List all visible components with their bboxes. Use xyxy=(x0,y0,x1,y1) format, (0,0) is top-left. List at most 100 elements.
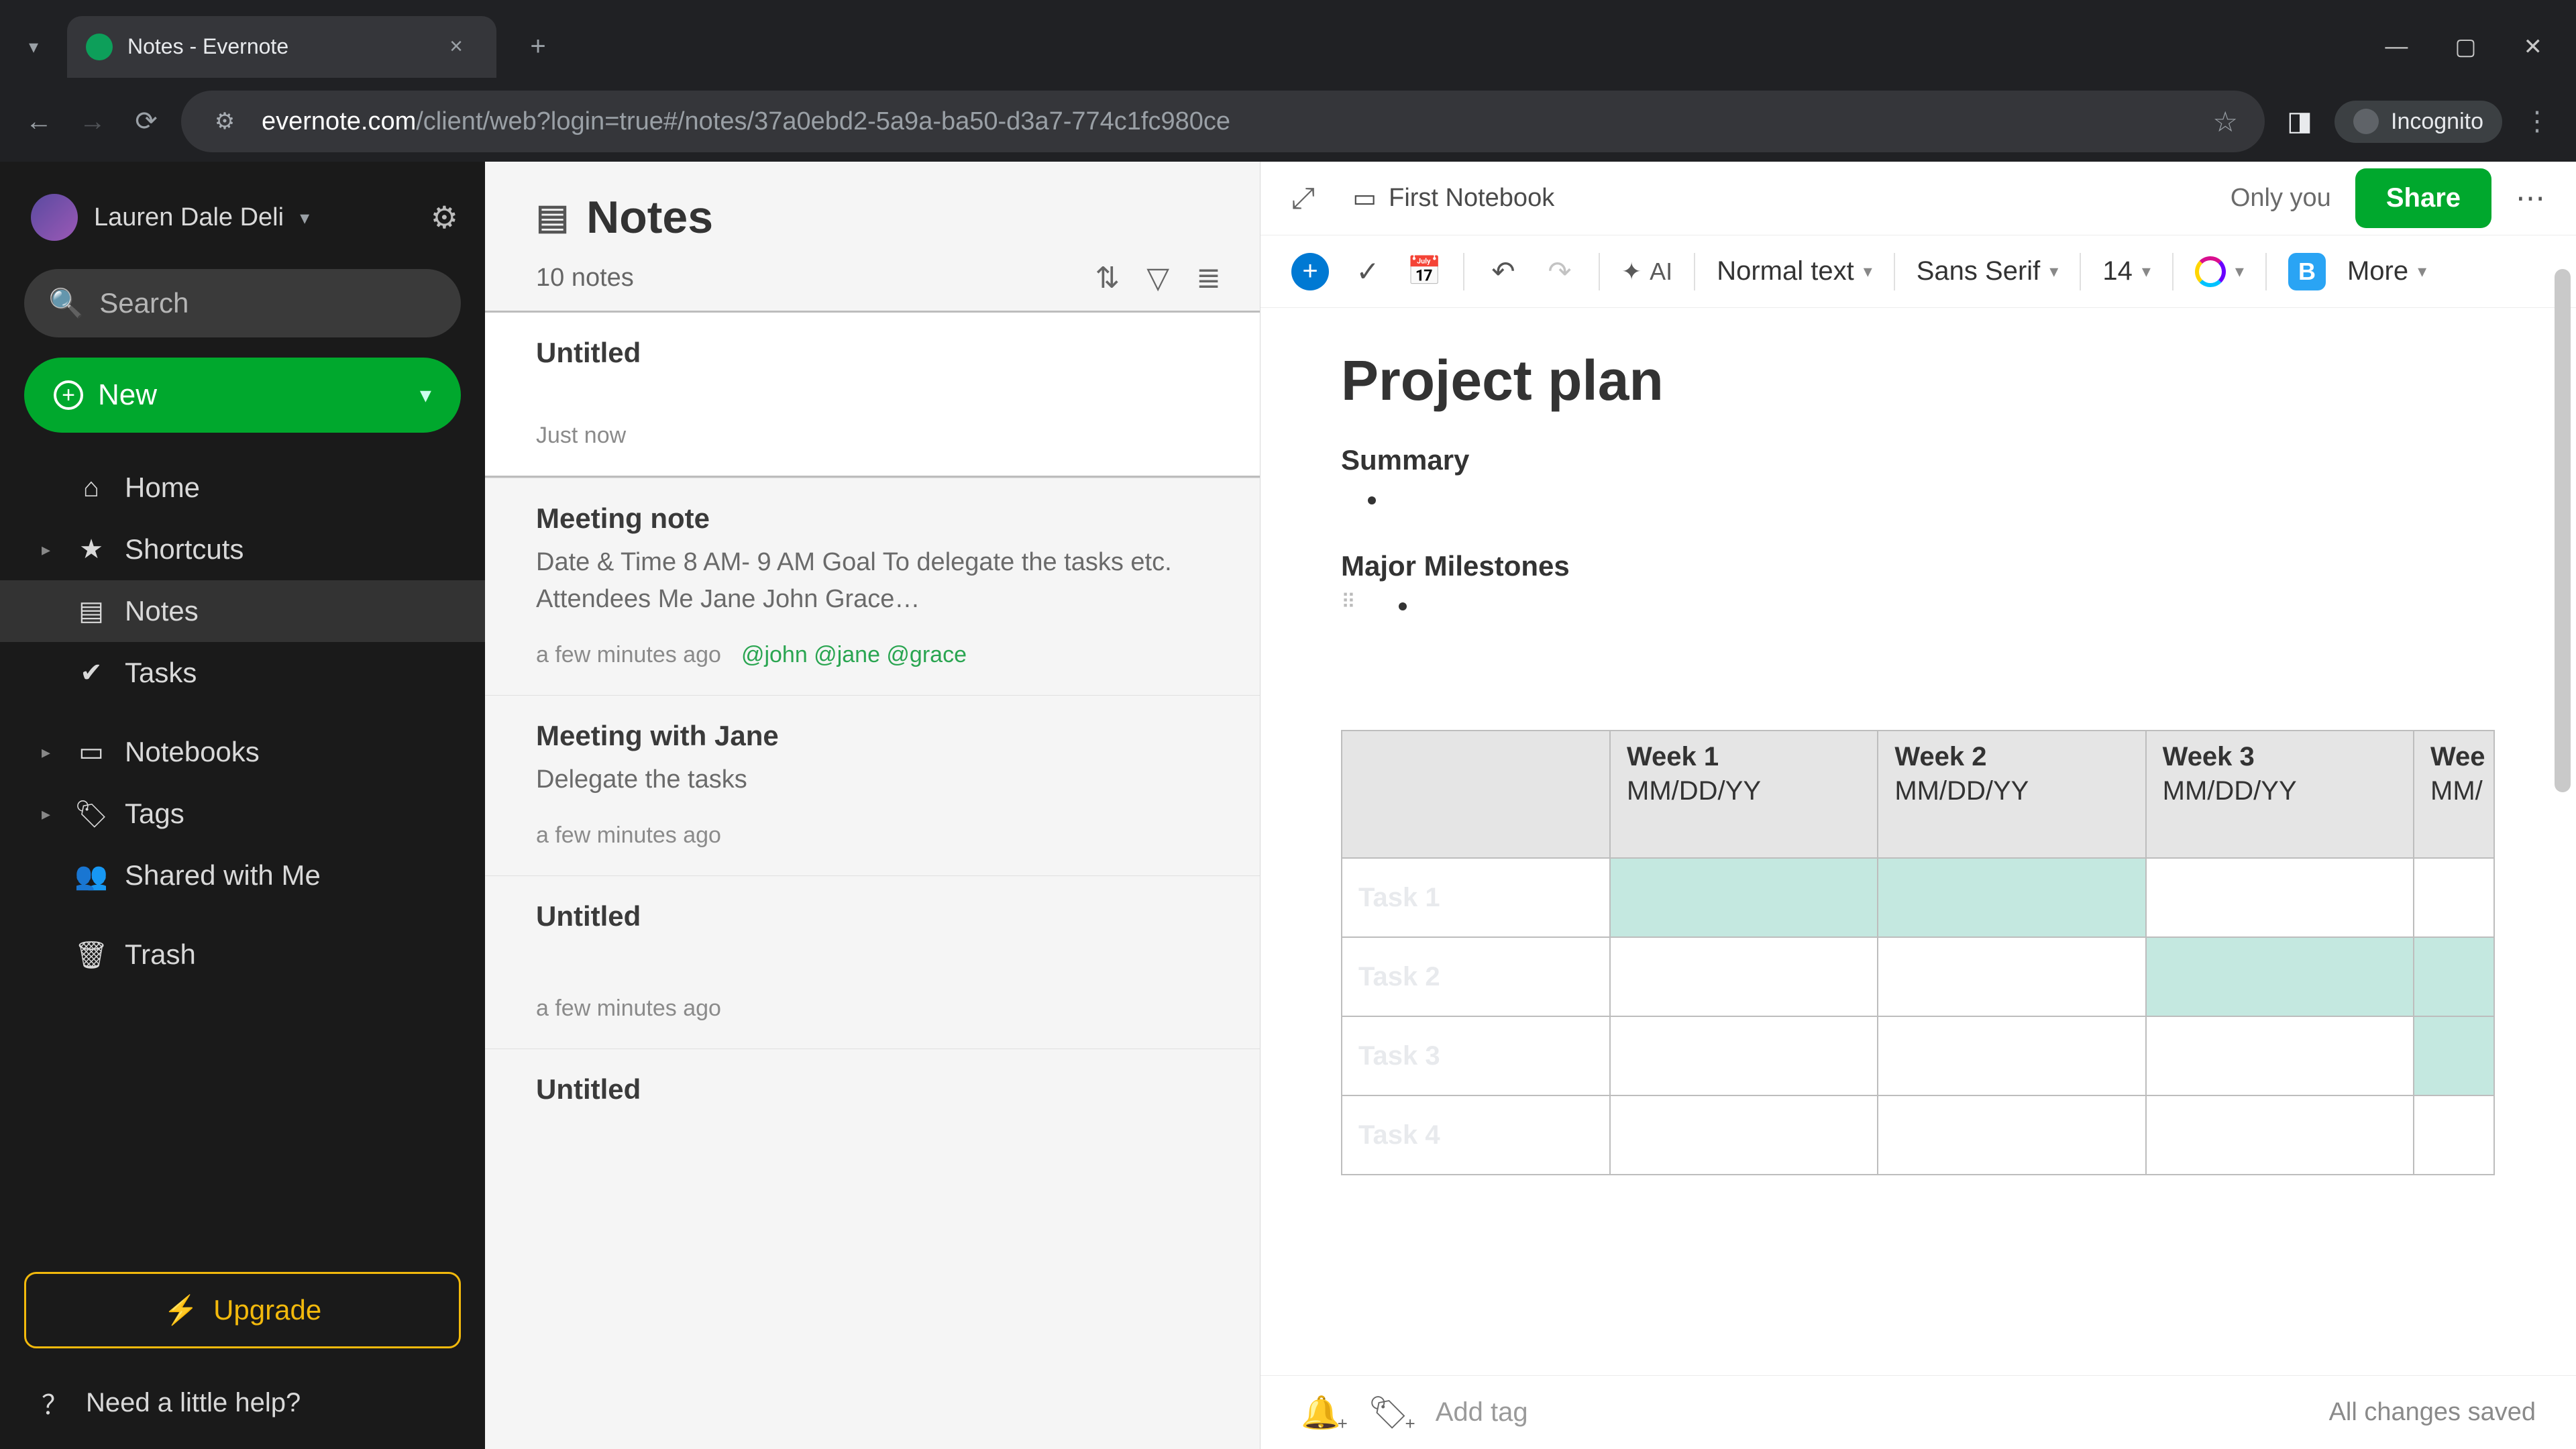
note-card[interactable]: Untitled xyxy=(485,1049,1260,1195)
more-format-select[interactable]: More▾ xyxy=(2347,256,2426,286)
table-row[interactable]: Task 1 xyxy=(1342,858,2494,937)
maximize-icon[interactable]: ▢ xyxy=(2455,34,2476,60)
upgrade-button[interactable]: ⚡ Upgrade xyxy=(24,1272,461,1348)
incognito-badge[interactable]: Incognito xyxy=(2334,101,2502,143)
note-card[interactable]: Meeting with JaneDelegate the tasksa few… xyxy=(485,695,1260,875)
expand-icon[interactable]: ▸ xyxy=(42,539,58,560)
document-body[interactable]: Project plan Summary Major Milestones ⠿ … xyxy=(1260,308,2576,1375)
table-header[interactable]: WeeMM/ xyxy=(2414,731,2494,858)
section-heading[interactable]: Major Milestones xyxy=(1341,550,2496,582)
scrollbar[interactable] xyxy=(2555,269,2572,1368)
sidebar-item-tags[interactable]: ▸🏷 Tags xyxy=(0,783,485,845)
table-header[interactable]: Week 3MM/DD/YY xyxy=(2146,731,2414,858)
back-button[interactable]: ← xyxy=(20,103,58,140)
drag-handle-icon[interactable]: ⠿ xyxy=(1341,590,1365,614)
table-cell[interactable] xyxy=(2414,937,2494,1016)
notebook-selector[interactable]: ▭ First Notebook xyxy=(1352,183,1554,213)
font-family-select[interactable]: Sans Serif▾ xyxy=(1917,256,2059,286)
expand-icon[interactable]: ▸ xyxy=(42,742,58,763)
table-cell[interactable] xyxy=(2146,1095,2414,1175)
table-cell[interactable] xyxy=(1878,1016,2145,1095)
browser-tab[interactable]: Notes - Evernote × xyxy=(67,16,496,78)
bullet-item[interactable] xyxy=(1388,484,2496,521)
table-cell[interactable] xyxy=(1610,1095,1878,1175)
add-tag-icon[interactable]: 🏷+ xyxy=(1368,1393,1409,1432)
table-cell[interactable] xyxy=(2414,1016,2494,1095)
sidebar-item-tasks[interactable]: ✔ Tasks xyxy=(0,642,485,704)
avatar[interactable] xyxy=(31,194,78,241)
search-input[interactable]: 🔍 Search xyxy=(24,269,461,337)
table-row-header[interactable]: Task 4 xyxy=(1342,1095,1610,1175)
share-button[interactable]: Share xyxy=(2355,168,2491,228)
site-info-icon[interactable]: ⚙ xyxy=(208,105,241,138)
table-cell[interactable] xyxy=(2146,1016,2414,1095)
minimize-icon[interactable]: ― xyxy=(2385,34,2408,60)
table-cell[interactable] xyxy=(1610,937,1878,1016)
ai-button[interactable]: ✦ AI xyxy=(1621,258,1672,286)
sidebar-item-shortcuts[interactable]: ▸★ Shortcuts xyxy=(0,519,485,580)
note-card[interactable]: UntitledJust now xyxy=(485,311,1260,478)
table-cell[interactable] xyxy=(1610,858,1878,937)
text-color-select[interactable]: ▾ xyxy=(2195,256,2244,287)
add-tag-input[interactable]: Add tag xyxy=(1436,1397,1528,1428)
undo-icon[interactable]: ↶ xyxy=(1486,255,1521,288)
expand-note-icon[interactable]: ⤢ xyxy=(1291,182,1315,215)
note-card[interactable]: Meeting noteDate & Time 8 AM- 9 AM Goal … xyxy=(485,478,1260,695)
more-actions-icon[interactable]: ⋯ xyxy=(2516,181,2545,215)
task-icon[interactable]: ✓ xyxy=(1350,255,1385,288)
table-header[interactable]: Week 2MM/DD/YY xyxy=(1878,731,2145,858)
sort-icon[interactable]: ⇅ xyxy=(1095,261,1120,295)
sidebar-item-trash[interactable]: 🗑 Trash xyxy=(0,924,485,985)
table-cell[interactable] xyxy=(1878,1095,2145,1175)
table-row-header[interactable]: Task 3 xyxy=(1342,1016,1610,1095)
reminder-icon[interactable]: 🔔+ xyxy=(1301,1393,1341,1432)
chevron-down-icon[interactable]: ▾ xyxy=(300,207,309,229)
sidebar-item-notebooks[interactable]: ▸▭ Notebooks xyxy=(0,721,485,783)
settings-gear-icon[interactable]: ⚙ xyxy=(431,199,458,235)
filter-icon[interactable]: ▽ xyxy=(1146,261,1169,295)
sidebar-item-notes[interactable]: ▤ Notes xyxy=(0,580,485,642)
new-tab-button[interactable]: + xyxy=(523,32,553,62)
close-tab-icon[interactable]: × xyxy=(449,34,463,60)
browser-menu-icon[interactable]: ⋮ xyxy=(2518,103,2556,140)
font-size-select[interactable]: 14▾ xyxy=(2102,256,2151,286)
plan-table[interactable]: Week 1MM/DD/YYWeek 2MM/DD/YYWeek 3MM/DD/… xyxy=(1341,730,2495,1175)
visibility-label[interactable]: Only you xyxy=(2231,184,2331,213)
help-link[interactable]: ？ Need a little help? xyxy=(0,1363,485,1449)
table-row[interactable]: Task 3 xyxy=(1342,1016,2494,1095)
table-cell[interactable] xyxy=(1610,1016,1878,1095)
insert-button[interactable]: + xyxy=(1291,253,1329,290)
side-panel-icon[interactable]: ◨ xyxy=(2281,103,2318,140)
section-heading[interactable]: Summary xyxy=(1341,444,2496,476)
notebook-icon: ▭ xyxy=(1352,183,1377,213)
sidebar-item-home[interactable]: ⌂ Home xyxy=(0,457,485,519)
user-name[interactable]: Lauren Dale Deli xyxy=(94,203,284,232)
text-style-select[interactable]: Normal text▾ xyxy=(1717,256,1872,286)
address-bar[interactable]: ⚙ evernote.com/client/web?login=true#/no… xyxy=(181,91,2265,152)
table-cell[interactable] xyxy=(2414,858,2494,937)
table-row[interactable]: Task 4 xyxy=(1342,1095,2494,1175)
window-menu-button[interactable]: ▾ xyxy=(17,30,50,64)
table-cell[interactable] xyxy=(1878,858,2145,937)
table-cell[interactable] xyxy=(2414,1095,2494,1175)
highlight-button[interactable]: B xyxy=(2288,253,2326,290)
close-window-icon[interactable]: ✕ xyxy=(2524,34,2543,60)
note-title[interactable]: Project plan xyxy=(1341,348,2496,413)
calendar-icon[interactable]: 📅 xyxy=(1407,255,1442,288)
table-header[interactable]: Week 1MM/DD/YY xyxy=(1610,731,1878,858)
table-cell[interactable] xyxy=(2146,858,2414,937)
sidebar-item-shared[interactable]: 👥 Shared with Me xyxy=(0,845,485,906)
table-row-header[interactable]: Task 1 xyxy=(1342,858,1610,937)
reload-button[interactable]: ⟳ xyxy=(127,103,165,140)
table-row-header[interactable]: Task 2 xyxy=(1342,937,1610,1016)
chevron-down-icon[interactable]: ▾ xyxy=(420,382,431,409)
table-header[interactable] xyxy=(1342,731,1610,858)
view-mode-icon[interactable]: ≣ xyxy=(1196,261,1221,295)
table-row[interactable]: Task 2 xyxy=(1342,937,2494,1016)
table-cell[interactable] xyxy=(2146,937,2414,1016)
note-card[interactable]: Untitleda few minutes ago xyxy=(485,875,1260,1049)
bookmark-star-icon[interactable]: ☆ xyxy=(2212,105,2238,138)
table-cell[interactable] xyxy=(1878,937,2145,1016)
new-note-button[interactable]: + New ▾ xyxy=(24,358,461,433)
expand-icon[interactable]: ▸ xyxy=(42,804,58,824)
